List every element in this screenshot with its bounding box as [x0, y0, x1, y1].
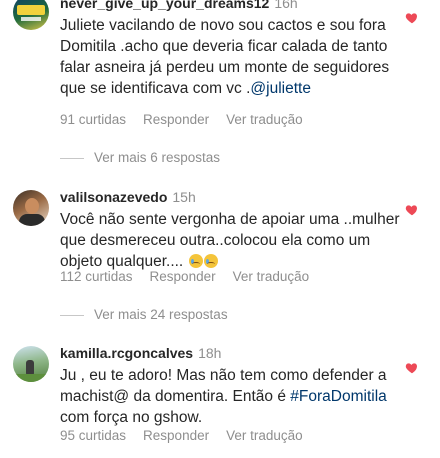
translate-button[interactable]: Ver tradução [226, 112, 303, 127]
translate-button[interactable]: Ver tradução [233, 269, 310, 284]
crying-face-icon [188, 254, 203, 268]
comment-actions: 95 curtidas Responder Ver tradução [60, 428, 320, 443]
comment-body: Você não sente vergonha de apoiar uma ..… [60, 211, 400, 270]
heart-icon[interactable] [405, 11, 419, 25]
comment-text: Você não sente vergonha de apoiar uma ..… [60, 209, 400, 272]
likes-count[interactable]: 91 curtidas [60, 112, 126, 127]
heart-icon[interactable] [405, 203, 419, 217]
comment-body: Juliete vacilando de novo sou cactos e s… [60, 17, 390, 97]
reply-button[interactable]: Responder [150, 269, 216, 284]
comment-header: valilsonazevedo 15h [60, 189, 196, 205]
timestamp: 16h [274, 0, 298, 11]
likes-count[interactable]: 112 curtidas [60, 269, 133, 284]
comment-actions: 112 curtidas Responder Ver tradução [60, 269, 326, 284]
view-replies-label: Ver mais 24 respostas [94, 307, 228, 322]
comment-header: never_give_up_your_dreams12 16h [60, 0, 298, 11]
reply-button[interactable]: Responder [143, 428, 209, 443]
view-replies-label: Ver mais 6 respostas [94, 150, 221, 165]
comment-text: Juliete vacilando de novo sou cactos e s… [60, 15, 400, 99]
hashtag-link[interactable]: #ForaDomitila [290, 388, 386, 405]
comment-actions: 91 curtidas Responder Ver tradução [60, 112, 320, 127]
crying-face-icon [203, 254, 218, 268]
comment-text: Ju , eu te adoro! Mas não tem como defen… [60, 365, 400, 428]
username[interactable]: valilsonazevedo [60, 189, 167, 205]
comment-body-end: com força no gshow. [60, 409, 203, 426]
mention-link[interactable]: @juliette [250, 80, 311, 97]
username[interactable]: kamilla.rcgoncalves [60, 345, 193, 361]
username[interactable]: never_give_up_your_dreams12 [60, 0, 269, 11]
divider [60, 314, 84, 316]
reply-button[interactable]: Responder [143, 112, 209, 127]
avatar[interactable] [13, 190, 49, 226]
timestamp: 18h [198, 345, 222, 361]
timestamp: 15h [172, 189, 196, 205]
divider [60, 157, 84, 159]
avatar[interactable] [13, 346, 49, 382]
heart-icon[interactable] [405, 361, 419, 375]
likes-count[interactable]: 95 curtidas [60, 428, 126, 443]
avatar[interactable] [13, 0, 49, 30]
translate-button[interactable]: Ver tradução [226, 428, 303, 443]
view-replies-button[interactable]: Ver mais 6 respostas [60, 150, 220, 165]
view-replies-button[interactable]: Ver mais 24 respostas [60, 307, 228, 322]
comment-header: kamilla.rcgoncalves 18h [60, 345, 221, 361]
